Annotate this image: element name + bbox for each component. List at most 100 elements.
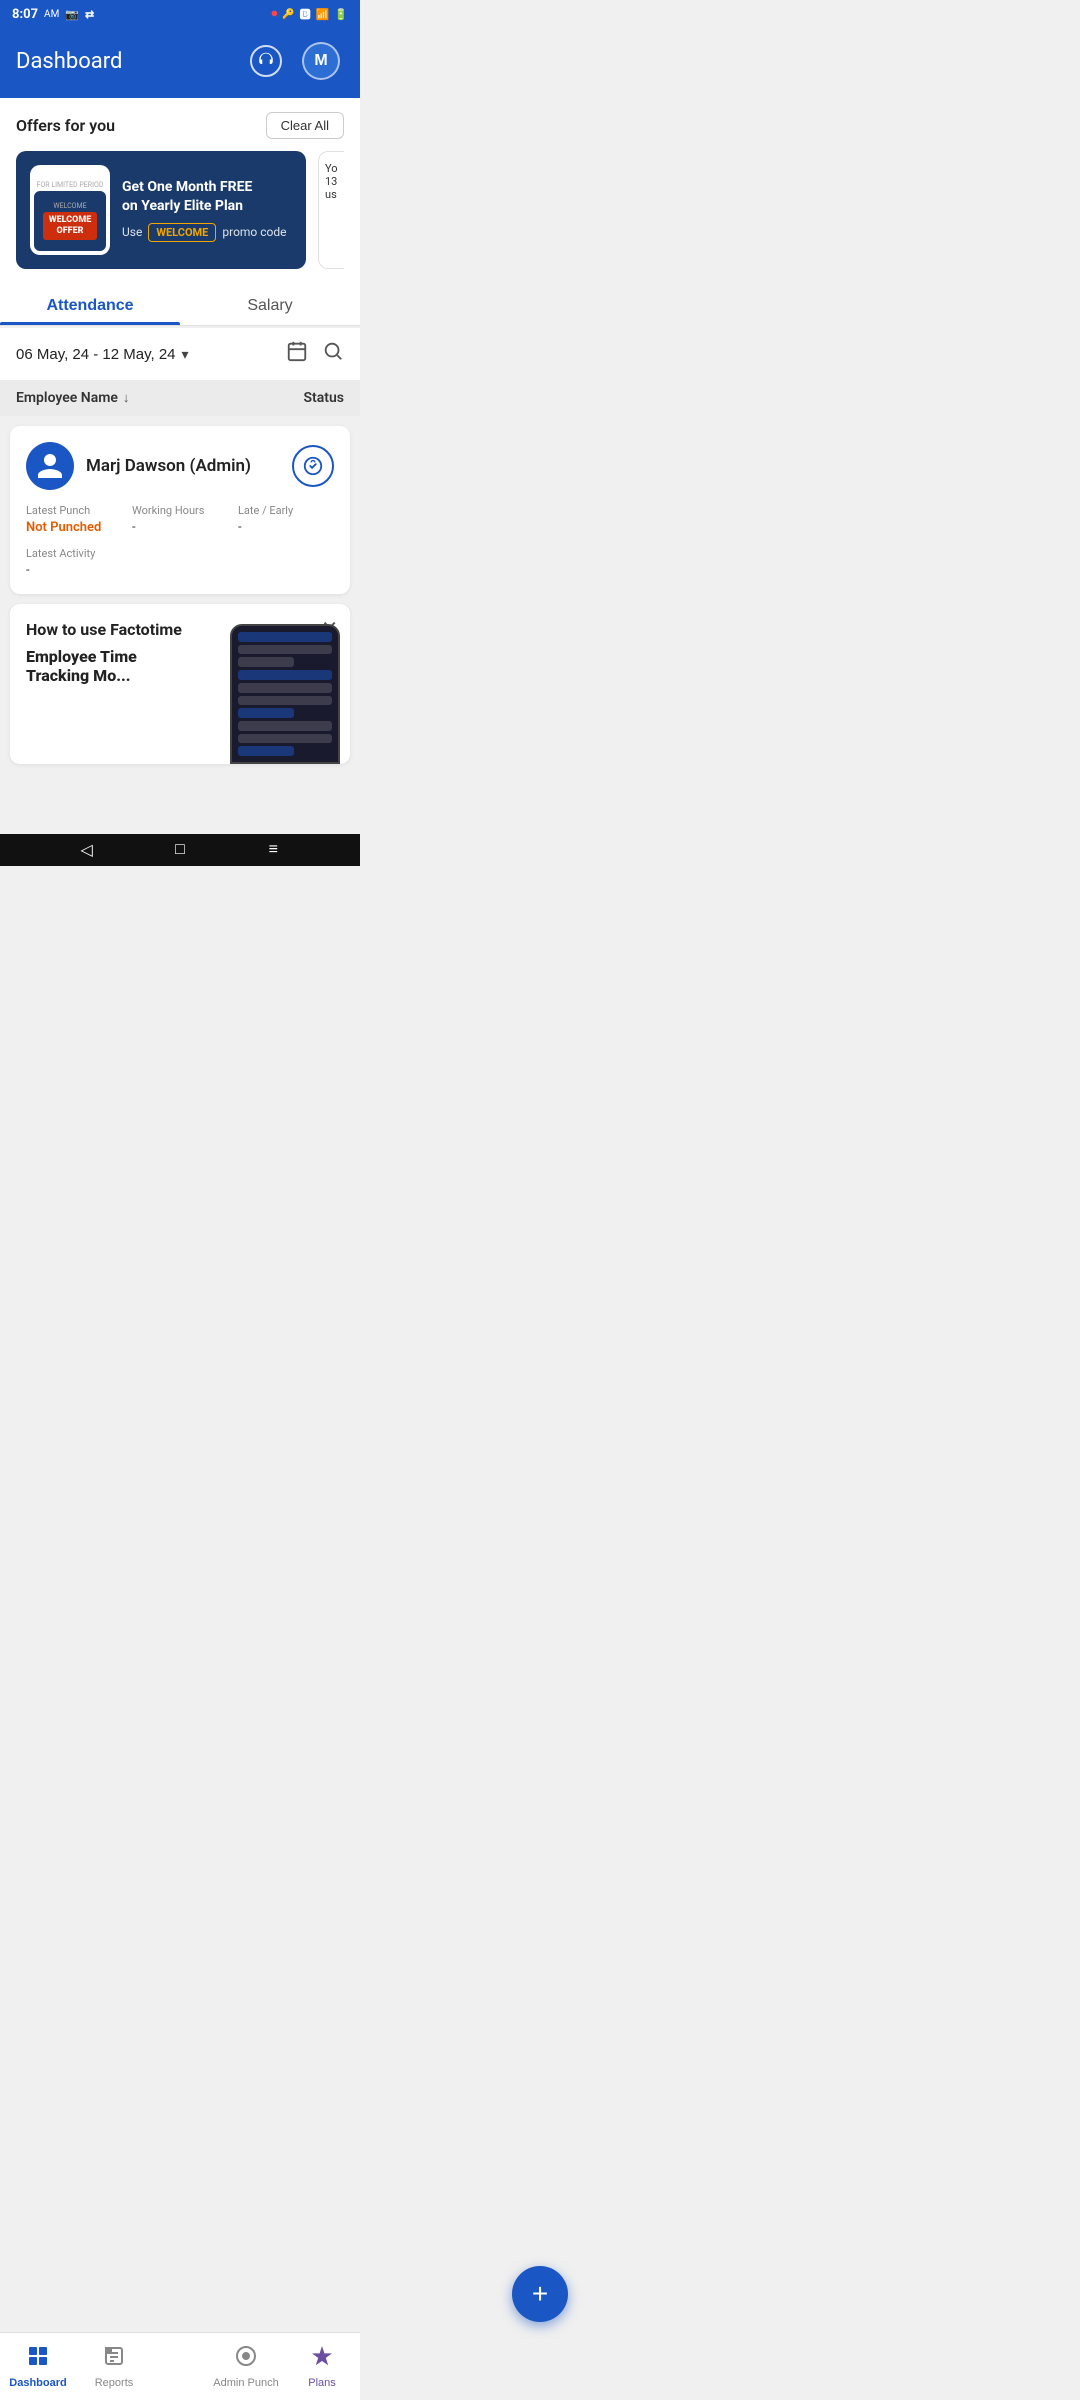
app-header: Dashboard M: [0, 28, 360, 98]
avatar-button[interactable]: M: [298, 38, 344, 84]
calendar-icon-button[interactable]: [286, 340, 308, 368]
employee-name: Marj Dawson (Admin): [86, 456, 251, 476]
reports-icon: [102, 2344, 126, 2374]
nav-plans[interactable]: Plans: [284, 2336, 360, 2397]
status-ampm: AM: [44, 9, 59, 20]
sys-menu-button[interactable]: ≡: [257, 838, 289, 862]
offer-phone-screen: WELCOME WELCOME OFFER: [34, 191, 106, 251]
status-time: 8:07: [12, 7, 38, 22]
offer-welcome-badge-label: WELCOME: [43, 202, 98, 210]
nav-reports-label: Reports: [95, 2377, 134, 2389]
bottom-nav: Dashboard Reports Admin Punch: [0, 2332, 360, 2400]
header-icons: M: [246, 38, 344, 84]
employee-card-header: Marj Dawson (Admin): [26, 442, 334, 490]
working-hours-label: Working Hours: [132, 504, 228, 517]
menu-icon: ≡: [269, 841, 278, 859]
date-range-text: 06 May, 24 - 12 May, 24: [16, 346, 176, 363]
status-key-icon: 🔑: [282, 9, 294, 20]
clear-all-button[interactable]: Clear All: [266, 112, 344, 139]
tab-attendance[interactable]: Attendance: [0, 283, 180, 325]
status-bluetooth-icon: 🅱: [300, 6, 311, 22]
offers-header: Offers for you Clear All: [16, 112, 344, 139]
employee-card: Marj Dawson (Admin) Latest Punch Not Pun…: [10, 426, 350, 594]
phone-screen-how: [230, 624, 340, 764]
status-label: Status: [304, 390, 344, 406]
nav-admin-punch-label: Admin Punch: [213, 2377, 278, 2389]
app-title: Dashboard: [16, 49, 122, 74]
status-record-icon: ⏺: [272, 7, 278, 21]
offer-headline: Get One Month FREEon Yearly Elite Plan: [122, 178, 292, 214]
plans-icon: [310, 2344, 334, 2374]
fab-button[interactable]: +: [512, 2266, 568, 2322]
latest-activity-value: -: [26, 563, 334, 578]
how-to-card: How to use Factotime Employee TimeTracki…: [10, 604, 350, 764]
date-filter-row: 06 May, 24 - 12 May, 24 ▾: [0, 328, 360, 380]
latest-punch-label: Latest Punch: [26, 504, 122, 517]
employee-stats: Latest Punch Not Punched Working Hours -…: [26, 504, 334, 535]
employee-info: Marj Dawson (Admin): [26, 442, 251, 490]
admin-punch-icon: [234, 2344, 258, 2374]
status-left: 8:07 AM 📷 ⇄: [12, 7, 94, 22]
status-battery-icon: 🔋: [334, 8, 348, 21]
offer-limited-label: FOR LIMITED PERIOD: [37, 181, 104, 189]
status-bar: 8:07 AM 📷 ⇄ ⏺ 🔑 🅱 📶 🔋: [0, 0, 360, 28]
search-icon-button[interactable]: [322, 340, 344, 368]
offer-text: Get One Month FREEon Yearly Elite Plan U…: [122, 178, 292, 241]
how-to-phone-mockup: [230, 624, 340, 764]
sort-arrow-icon: ↓: [123, 390, 130, 406]
punch-button[interactable]: [292, 445, 334, 487]
fab-plus-icon: +: [532, 2280, 548, 2308]
headset-icon: [250, 45, 282, 77]
tab-salary[interactable]: Salary: [180, 283, 360, 325]
offers-section: Offers for you Clear All FOR LIMITED PER…: [0, 98, 360, 283]
system-nav: ◁ □ ≡: [0, 834, 360, 866]
status-video-icon: 📷: [65, 8, 79, 21]
offer-card-partial: Yo 13 us: [318, 151, 344, 269]
dashboard-icon: [26, 2344, 50, 2374]
late-early-value: -: [238, 520, 334, 535]
offers-title: Offers for you: [16, 116, 115, 135]
avatar-initial: M: [314, 52, 327, 70]
date-range-button[interactable]: 06 May, 24 - 12 May, 24 ▾: [16, 346, 189, 363]
latest-activity-label: Latest Activity: [26, 547, 334, 560]
offers-carousel: FOR LIMITED PERIOD WELCOME WELCOME OFFER…: [16, 151, 344, 269]
partial-line1: Yo: [325, 162, 344, 175]
nav-reports[interactable]: Reports: [76, 2336, 152, 2397]
nav-admin-punch[interactable]: Admin Punch: [208, 2336, 284, 2397]
offer-promo-suffix: promo code: [222, 225, 286, 239]
nav-dashboard-label: Dashboard: [9, 2377, 66, 2389]
stat-working-hours: Working Hours -: [132, 504, 228, 535]
main-content: Offers for you Clear All FOR LIMITED PER…: [0, 98, 360, 834]
support-button[interactable]: [246, 41, 286, 81]
offer-phone-mockup: FOR LIMITED PERIOD WELCOME WELCOME OFFER: [30, 165, 110, 255]
employee-name-sort[interactable]: Employee Name ↓: [16, 390, 129, 406]
partial-line3: us: [325, 188, 344, 201]
status-wifi-icon: 📶: [316, 8, 330, 21]
offer-promo-row: Use WELCOME promo code: [122, 223, 292, 242]
promo-code-badge: WELCOME: [148, 223, 216, 242]
sys-back-button[interactable]: ◁: [71, 838, 103, 862]
working-hours-value: -: [132, 520, 228, 535]
offer-promo-prefix: Use: [122, 225, 142, 239]
user-avatar: M: [302, 42, 340, 80]
chevron-down-icon: ▾: [182, 346, 189, 363]
late-early-label: Late / Early: [238, 504, 334, 517]
activity-row: Latest Activity -: [26, 547, 334, 578]
table-header: Employee Name ↓ Status: [0, 380, 360, 416]
offer-badge: WELCOME OFFER: [43, 212, 98, 240]
status-exchange-icon: ⇄: [85, 8, 94, 21]
offer-card[interactable]: FOR LIMITED PERIOD WELCOME WELCOME OFFER…: [16, 151, 306, 269]
latest-punch-value: Not Punched: [26, 520, 122, 535]
employee-name-label: Employee Name: [16, 390, 118, 406]
stat-latest-punch: Latest Punch Not Punched: [26, 504, 122, 535]
home-icon: □: [175, 841, 185, 859]
date-icons: [286, 340, 344, 368]
person-icon: [35, 451, 65, 481]
stat-late-early: Late / Early -: [238, 504, 334, 535]
nav-dashboard[interactable]: Dashboard: [0, 2336, 76, 2397]
partial-line2: 13: [325, 175, 344, 188]
status-right: ⏺ 🔑 🅱 📶 🔋: [272, 6, 348, 22]
employee-avatar: [26, 442, 74, 490]
nav-plans-label: Plans: [308, 2377, 336, 2389]
sys-home-button[interactable]: □: [164, 838, 196, 862]
